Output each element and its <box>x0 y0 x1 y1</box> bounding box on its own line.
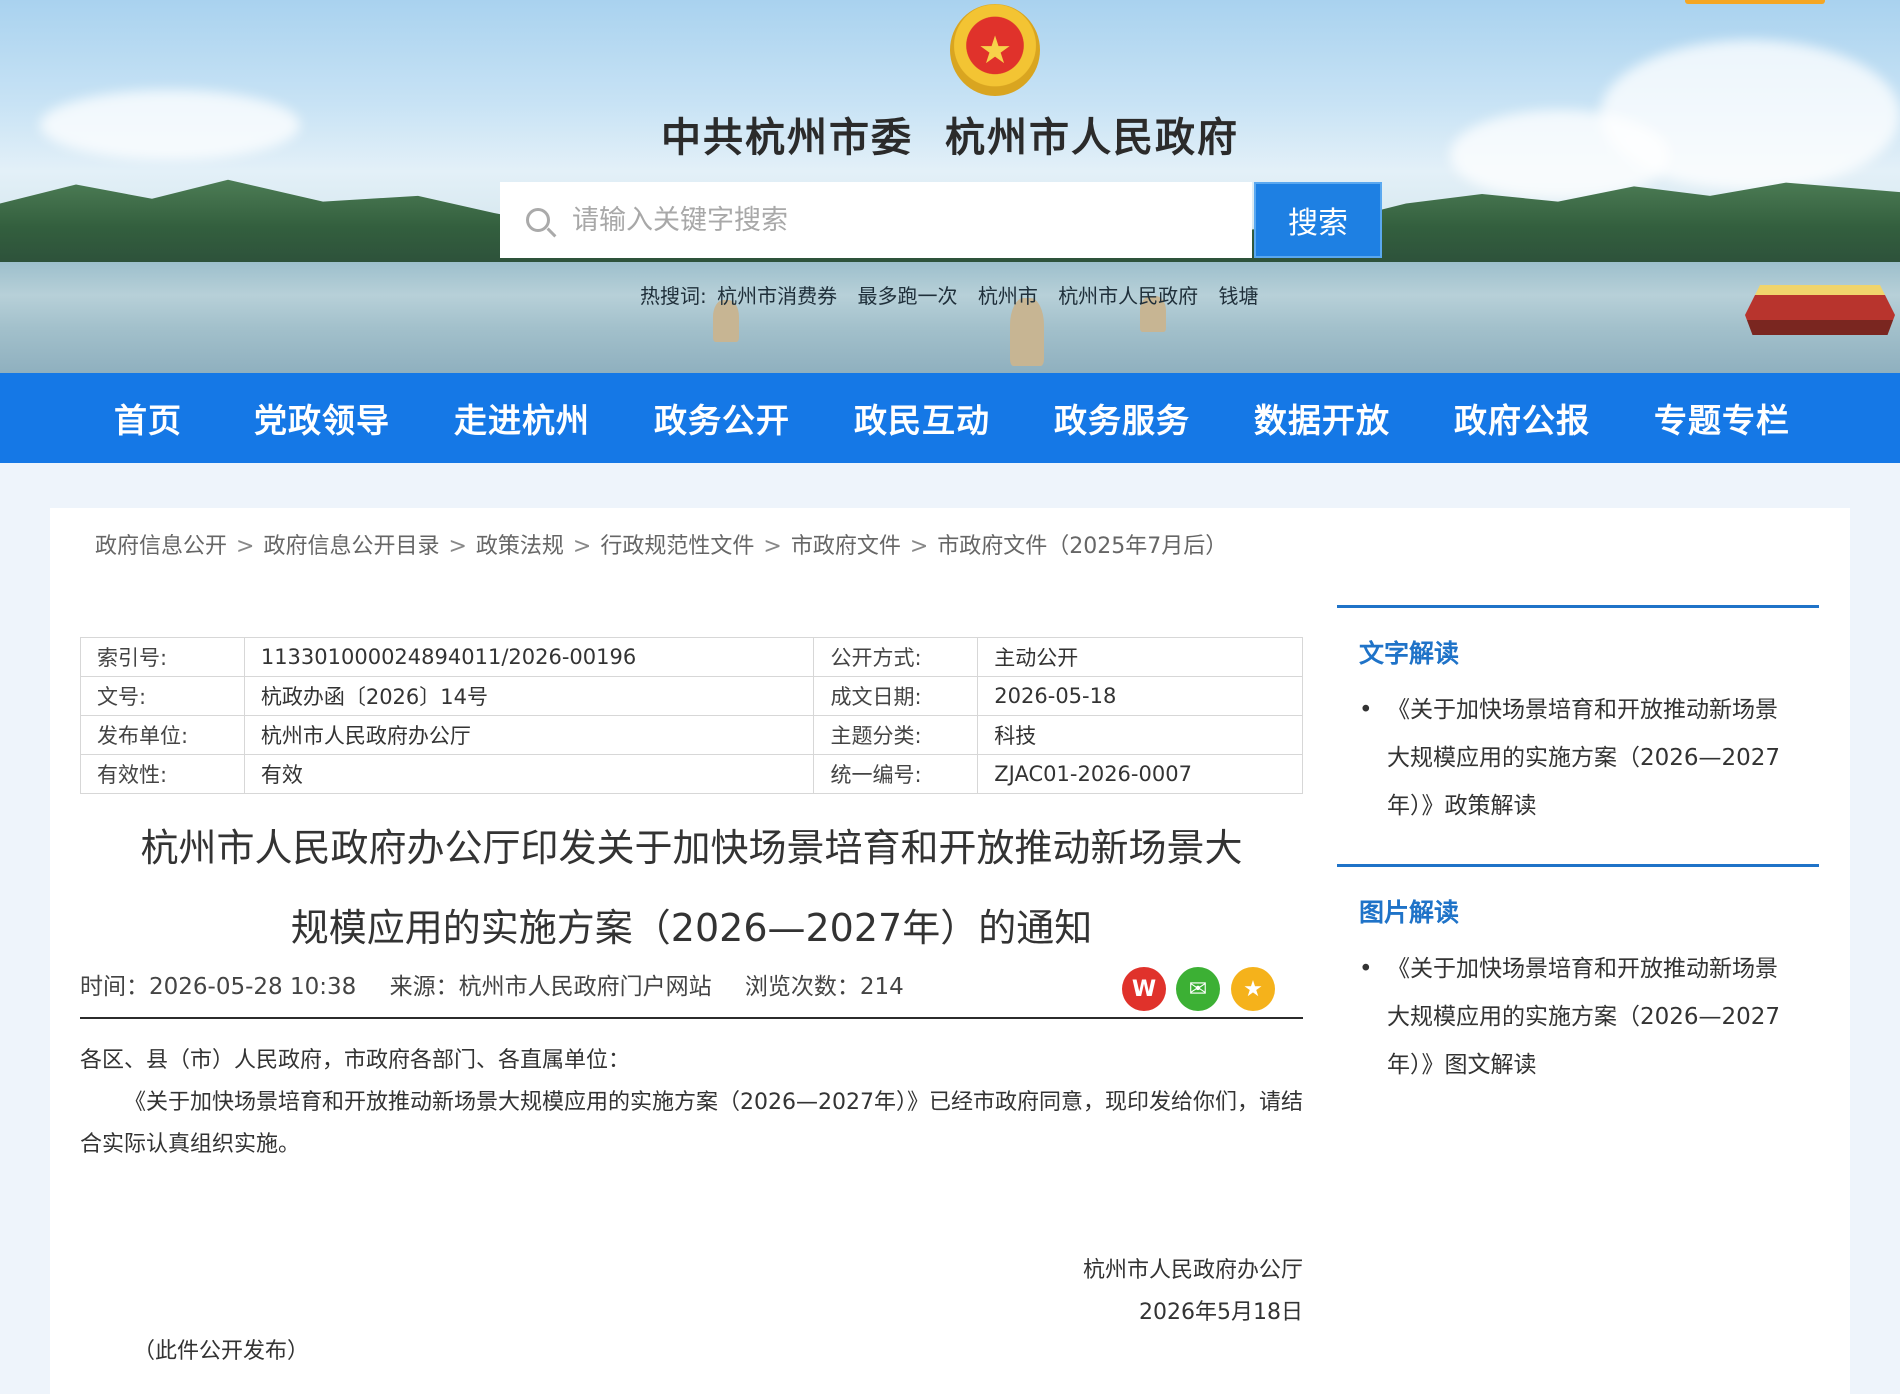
table-row: 文号: 杭政办函〔2026〕14号 成文日期: 2026-05-18 <box>80 676 1303 716</box>
sidebar-heading: 图片解读 <box>1359 898 1460 927</box>
site-title-government: 杭州市人民政府 <box>944 114 1239 161</box>
breadcrumb-separator: > <box>236 534 255 559</box>
nav-item-gazette[interactable]: 政府公报 <box>1422 373 1622 463</box>
breadcrumb-link[interactable]: 政府信息公开目录 <box>263 534 439 559</box>
body-paragraph: 《关于加快场景培育和开放推动新场景大规模应用的实施方案（2026—2027年）》… <box>80 1090 1303 1157</box>
meta-value: 有效 <box>243 754 815 794</box>
breadcrumb: 政府信息公开 > 政府信息公开目录 > 政策法规 > 行政规范性文件 > 市政府文件 > 市政府文件… <box>95 528 1227 560</box>
hot-word-link[interactable]: 杭州市 <box>978 284 1038 308</box>
table-row: 索引号: 113301000024894011/2026-00196 公开方式:… <box>80 637 1303 677</box>
corner-tab[interactable] <box>1685 0 1825 4</box>
breadcrumb-separator: > <box>448 534 467 559</box>
site-title-party: 中共杭州市委 <box>661 114 914 161</box>
meta-key: 统一编号: <box>813 754 979 794</box>
sidebar-link[interactable]: 《关于加快场景培育和开放推动新场景大规模应用的实施方案（2026—2027年）》… <box>1359 686 1797 830</box>
title-divider <box>80 1017 1303 1019</box>
document-meta-table: 索引号: 113301000024894011/2026-00196 公开方式:… <box>80 637 1303 794</box>
table-row: 有效性: 有效 统一编号: ZJAC01-2026-0007 <box>80 754 1303 794</box>
meta-value: ZJAC01-2026-0007 <box>977 754 1303 794</box>
main-nav: 首页 党政领导 走进杭州 政务公开 政民互动 政务服务 数据开放 政府公报 专题… <box>0 373 1900 463</box>
favorite-star-icon[interactable]: ★ <box>1231 967 1275 1011</box>
meta-value: 杭州市人民政府办公厅 <box>243 715 815 755</box>
sidebar-divider <box>1337 864 1819 867</box>
banner-boat <box>1745 285 1895 335</box>
sidebar-heading: 文字解读 <box>1359 639 1460 668</box>
nav-item-government-affairs[interactable]: 政务公开 <box>622 373 822 463</box>
document-title: 杭州市人民政府办公厅印发关于加快场景培育和开放推动新场景大 规模应用的实施方案（… <box>100 808 1283 968</box>
wechat-icon[interactable]: ✉ <box>1176 967 1220 1011</box>
public-note: （此件公开发布） <box>133 1339 310 1364</box>
meta-key: 成文日期: <box>813 676 979 716</box>
national-emblem-icon: ★ <box>950 4 1040 96</box>
signature-org: 杭州市人民政府办公厅 <box>1082 1258 1303 1283</box>
document-body: 各区、县（市）人民政府，市政府各部门、各直属单位： 《关于加快场景培育和开放推动… <box>80 1040 1303 1166</box>
nav-item-about-hangzhou[interactable]: 走进杭州 <box>422 373 622 463</box>
nav-item-open-data[interactable]: 数据开放 <box>1222 373 1422 463</box>
document-info: 时间：2026-05-28 10:38 来源：杭州市人民政府门户网站 浏览次数：… <box>80 967 930 1001</box>
meta-value: 杭政办函〔2026〕14号 <box>243 676 815 716</box>
signature: 杭州市人民政府办公厅 2026年5月18日 <box>1083 1250 1303 1334</box>
meta-key: 发布单位: <box>80 715 245 755</box>
sidebar-divider <box>1337 605 1819 608</box>
hot-words: 热搜词: 杭州市消费券 最多跑一次 杭州市 杭州市人民政府 钱塘 <box>640 280 1273 309</box>
sidebar-text-reading: 文字解读 《关于加快场景培育和开放推动新场景大规模应用的实施方案（2026—20… <box>1337 605 1819 830</box>
nav-item-home[interactable]: 首页 <box>74 373 222 463</box>
sidebar-image-reading: 图片解读 《关于加快场景培育和开放推动新场景大规模应用的实施方案（2026—20… <box>1337 864 1819 1089</box>
meta-key: 主题分类: <box>813 715 979 755</box>
hot-word-link[interactable]: 杭州市消费券 <box>717 284 837 308</box>
hot-word-link[interactable]: 杭州市人民政府 <box>1058 284 1198 308</box>
meta-key: 文号: <box>80 676 245 716</box>
signature-date: 2026年5月18日 <box>1139 1300 1303 1325</box>
banner-lake <box>0 262 1900 373</box>
breadcrumb-link[interactable]: 市政府文件 <box>791 534 901 559</box>
breadcrumb-separator: > <box>763 534 782 559</box>
breadcrumb-link[interactable]: 行政规范性文件 <box>600 534 754 559</box>
table-row: 发布单位: 杭州市人民政府办公厅 主题分类: 科技 <box>80 715 1303 755</box>
search-box[interactable] <box>500 182 1252 258</box>
nav-item-special-topics[interactable]: 专题专栏 <box>1622 373 1822 463</box>
salutation: 各区、县（市）人民政府，市政府各部门、各直属单位： <box>80 1048 631 1073</box>
sidebar-link[interactable]: 《关于加快场景培育和开放推动新场景大规模应用的实施方案（2026—2027年）》… <box>1359 945 1797 1089</box>
breadcrumb-separator: > <box>572 534 592 559</box>
nav-item-leadership[interactable]: 党政领导 <box>222 373 422 463</box>
meta-key: 公开方式: <box>813 637 979 677</box>
document-title-line: 杭州市人民政府办公厅印发关于加快场景培育和开放推动新场景大 <box>140 826 1243 870</box>
meta-key: 索引号: <box>80 637 245 677</box>
meta-value: 2026-05-18 <box>977 676 1303 716</box>
search-input[interactable] <box>570 203 1214 237</box>
publish-time: 时间：2026-05-28 10:38 <box>80 974 357 1000</box>
breadcrumb-separator: > <box>909 534 929 559</box>
document-title-line: 规模应用的实施方案（2026—2027年）的通知 <box>290 906 1093 950</box>
breadcrumb-link[interactable]: 政策法规 <box>476 534 564 559</box>
site-title: 中共杭州市委 杭州市人民政府 <box>0 105 1900 163</box>
header-banner: ★ 中共杭州市委 杭州市人民政府 搜索 热搜词: 杭州市消费券 最多跑一次 杭州… <box>0 0 1900 373</box>
search-button[interactable]: 搜索 <box>1254 182 1382 258</box>
meta-value: 113301000024894011/2026-00196 <box>243 637 815 677</box>
nav-item-services[interactable]: 政务服务 <box>1022 373 1222 463</box>
breadcrumb-link[interactable]: 市政府文件（2025年7月后） <box>937 534 1227 559</box>
hot-word-link[interactable]: 钱塘 <box>1219 284 1259 308</box>
meta-value: 科技 <box>977 715 1303 755</box>
hot-words-label: 热搜词: <box>640 284 707 308</box>
weibo-icon[interactable]: W <box>1122 967 1166 1011</box>
hot-word-link[interactable]: 最多跑一次 <box>857 284 957 308</box>
search-icon <box>526 208 550 232</box>
nav-item-interaction[interactable]: 政民互动 <box>822 373 1022 463</box>
breadcrumb-link[interactable]: 政府信息公开 <box>95 534 227 559</box>
meta-key: 有效性: <box>80 754 245 794</box>
meta-value: 主动公开 <box>977 637 1303 677</box>
view-count: 浏览次数：214 <box>744 974 904 1000</box>
document-source: 来源：杭州市人民政府门户网站 <box>389 974 712 1000</box>
